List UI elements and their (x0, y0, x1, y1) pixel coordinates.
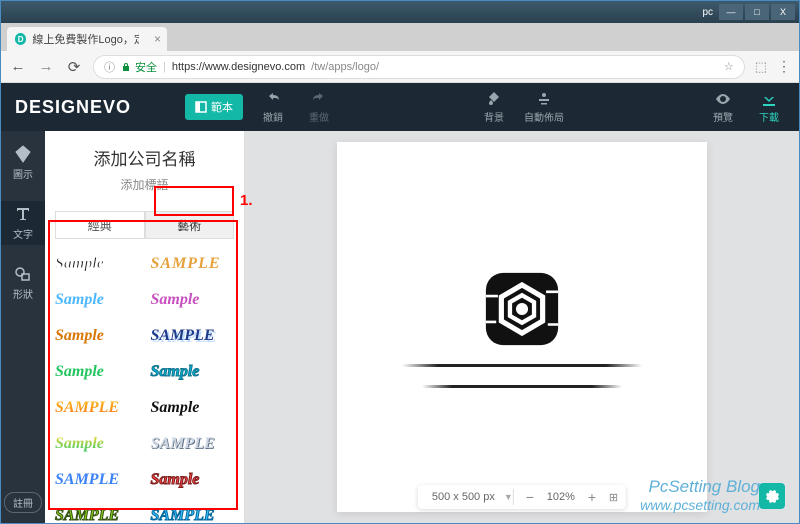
window-min-button[interactable]: — (719, 4, 743, 20)
info-icon: ⓘ (104, 59, 115, 75)
extension-icon[interactable]: ⬚ (755, 59, 767, 75)
font-sample[interactable]: Sample (151, 357, 235, 387)
font-sample[interactable]: Sample (55, 285, 139, 315)
font-sample[interactable]: Sample (55, 429, 139, 459)
zoom-in-button[interactable]: + (583, 489, 601, 505)
fit-icon[interactable]: ⊞ (609, 491, 618, 504)
logo-canvas[interactable] (337, 142, 707, 512)
font-sample[interactable]: SAMPLE (55, 501, 139, 523)
tab-close-icon[interactable]: × (154, 32, 161, 46)
font-sample[interactable]: SAMPLE (151, 429, 235, 459)
font-sample[interactable]: SAMPLE (55, 465, 139, 495)
browser-tab[interactable]: D 線上免費製作Logo，定 × (7, 27, 167, 51)
rail-icons[interactable]: 圖示 (1, 141, 45, 185)
redo-icon (311, 91, 327, 107)
nav-back-button[interactable]: ← (9, 58, 27, 75)
template-button[interactable]: 範本 (185, 94, 243, 120)
nav-forward-button: → (37, 58, 55, 75)
text-placeholder-2[interactable] (422, 385, 622, 388)
window-titlebar: pc — □ X (1, 1, 799, 23)
text-placeholder-1[interactable] (402, 364, 642, 367)
window-title: pc (702, 7, 713, 18)
text-panel: 添加公司名稱 添加標語 經典 藝術 SampleSAMPLESampleSamp… (45, 131, 245, 523)
font-sample[interactable]: Sample (151, 393, 235, 423)
zoom-out-button[interactable]: − (521, 489, 539, 505)
url-input[interactable]: ⓘ 安全 | https://www.designevo.com/tw/apps… (93, 55, 745, 79)
window-max-button[interactable]: □ (745, 4, 769, 20)
layout-icon (536, 91, 552, 107)
font-sample[interactable]: SAMPLE (151, 501, 235, 523)
annotation-label: 1. (240, 192, 253, 209)
tab-art[interactable]: 藝術 (145, 211, 235, 239)
font-sample[interactable]: Sample (55, 249, 139, 279)
rail-shape[interactable]: 形狀 (1, 261, 45, 305)
lock-icon (121, 62, 131, 72)
tab-classic[interactable]: 經典 (55, 211, 145, 239)
eye-icon (715, 91, 731, 107)
template-icon (195, 101, 207, 113)
layout-button[interactable]: 自動佈局 (524, 91, 564, 124)
zoom-controls: 500 x 500 px ▼ − 102% + ⊞ (418, 485, 626, 509)
canvas-area: 500 x 500 px ▼ − 102% + ⊞ (245, 131, 799, 523)
browser-menu-button[interactable]: ⋮ (777, 58, 791, 75)
settings-button[interactable] (759, 483, 785, 509)
undo-icon (265, 91, 281, 107)
zoom-level: 102% (547, 491, 575, 503)
preview-button[interactable]: 預覽 (707, 91, 739, 124)
download-button[interactable]: 下載 (753, 91, 785, 124)
app-toolbar: DESIGNEVO 範本 撤銷 重做 背景 自動佈局 預覽 下載 (1, 83, 799, 131)
add-company-name[interactable]: 添加公司名稱 (45, 145, 244, 170)
left-rail: 圖示 文字 形狀 註冊 (1, 131, 45, 523)
download-icon (761, 91, 777, 107)
gear-icon (764, 488, 780, 504)
undo-button[interactable]: 撤銷 (257, 91, 289, 124)
url-path: /tw/apps/logo/ (311, 61, 379, 73)
logo-graphic[interactable] (479, 266, 565, 352)
tab-favicon: D (15, 33, 26, 45)
font-sample[interactable]: SAMPLE (151, 249, 235, 279)
address-bar: ← → ⟳ ⓘ 安全 | https://www.designevo.com/t… (1, 51, 799, 83)
app-logo: DESIGNEVO (15, 97, 131, 118)
tab-title: 線上免費製作Logo，定 (32, 31, 139, 47)
canvas-size-select[interactable]: 500 x 500 px (426, 489, 514, 505)
redo-button[interactable]: 重做 (303, 91, 335, 124)
nav-reload-button[interactable]: ⟳ (65, 58, 83, 76)
paint-icon (486, 91, 502, 107)
watermark: PcSetting Blog www.pcsetting.com (640, 477, 760, 514)
diamond-icon (14, 145, 32, 163)
font-sample[interactable]: SAMPLE (151, 321, 235, 351)
chevron-down-icon[interactable]: ▼ (504, 492, 513, 502)
font-sample[interactable]: Sample (55, 321, 139, 351)
secure-badge: 安全 (121, 59, 157, 75)
tab-strip: D 線上免費製作Logo，定 × (1, 23, 799, 51)
font-sample[interactable]: Sample (151, 465, 235, 495)
register-button[interactable]: 註冊 (4, 492, 42, 513)
font-sample[interactable]: Sample (55, 357, 139, 387)
font-sample[interactable]: SAMPLE (55, 393, 139, 423)
star-icon[interactable]: ☆ (724, 60, 734, 73)
font-samples: Sample SAMPLE Sample Sample Sample SAMPLE Samp… (45, 245, 244, 523)
url-host: https://www.designevo.com (172, 61, 305, 73)
add-slogan[interactable]: 添加標語 (45, 176, 244, 193)
shape-icon (14, 265, 32, 283)
window-close-button[interactable]: X (771, 4, 795, 20)
rail-text[interactable]: 文字 (1, 201, 45, 245)
background-button[interactable]: 背景 (478, 91, 510, 124)
font-sample[interactable]: Sample (151, 285, 235, 315)
text-icon (14, 205, 32, 223)
